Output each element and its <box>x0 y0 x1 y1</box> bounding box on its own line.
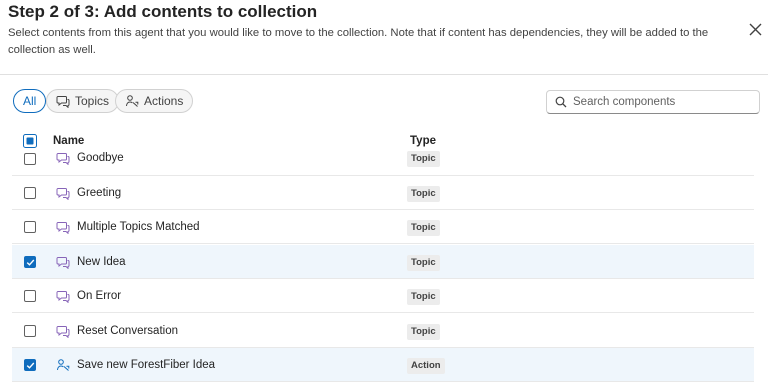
row-checkbox[interactable] <box>24 359 36 371</box>
filter-topics[interactable]: Topics <box>46 89 120 113</box>
type-badge: Topic <box>407 151 440 167</box>
row-checkbox[interactable] <box>24 187 36 199</box>
row-name: Save new ForestFiber Idea <box>77 359 216 371</box>
type-badge: Topic <box>407 186 440 202</box>
row-checkbox[interactable] <box>24 290 36 302</box>
row-checkbox[interactable] <box>24 256 36 268</box>
row-name: New Idea <box>77 256 126 268</box>
row-name: On Error <box>77 290 122 302</box>
filter-label: Topics <box>75 94 110 108</box>
topic-icon <box>56 94 70 108</box>
dialog-title: Step 2 of 3: Add contents to collection <box>8 2 318 21</box>
search-icon <box>555 96 567 108</box>
table-row[interactable]: Greeting Topic <box>12 176 754 210</box>
row-name: Multiple Topics Matched <box>77 221 200 233</box>
table-row[interactable]: On Error Topic <box>12 279 754 313</box>
type-badge: Action <box>407 358 445 374</box>
row-name: Greeting <box>77 187 122 199</box>
table-row[interactable]: Reset Conversation Topic <box>12 314 754 348</box>
table-row[interactable]: New Idea Topic <box>12 245 754 279</box>
row-checkbox[interactable] <box>24 221 36 233</box>
type-badge: Topic <box>407 324 440 340</box>
table-row[interactable]: Goodbye Topic <box>12 150 754 176</box>
topic-icon <box>56 151 70 165</box>
type-badge: Topic <box>407 255 440 271</box>
topic-icon <box>56 255 70 269</box>
checkmark-icon <box>26 259 34 266</box>
component-list: Goodbye Topic Greeting Topic Multiple To… <box>12 150 754 389</box>
filter-label: All <box>23 94 37 108</box>
filter-label: Actions <box>144 94 184 108</box>
filter-all[interactable]: All <box>13 89 47 113</box>
search-box[interactable] <box>546 90 760 114</box>
row-checkbox[interactable] <box>24 153 36 165</box>
column-header-name[interactable]: Name <box>53 135 84 147</box>
header-divider <box>0 74 768 75</box>
topic-icon <box>56 186 70 200</box>
row-name: Goodbye <box>77 152 124 164</box>
action-icon <box>56 358 70 372</box>
action-icon <box>125 94 139 108</box>
search-input[interactable] <box>573 96 743 108</box>
type-badge: Topic <box>407 289 440 305</box>
row-name: Reset Conversation <box>77 325 178 337</box>
topic-icon <box>56 220 70 234</box>
filter-actions[interactable]: Actions <box>115 89 194 113</box>
topic-icon <box>56 289 70 303</box>
table-row[interactable]: Multiple Topics Matched Topic <box>12 210 754 244</box>
dialog-description: Select contents from this agent that you… <box>8 27 709 56</box>
type-badge: Topic <box>407 220 440 236</box>
row-checkbox[interactable] <box>24 325 36 337</box>
column-header-type[interactable]: Type <box>410 135 436 147</box>
close-icon <box>749 23 761 35</box>
topic-icon <box>56 324 70 338</box>
checkmark-icon <box>26 362 34 369</box>
table-row[interactable]: Save new ForestFiber Idea Action <box>12 348 754 382</box>
